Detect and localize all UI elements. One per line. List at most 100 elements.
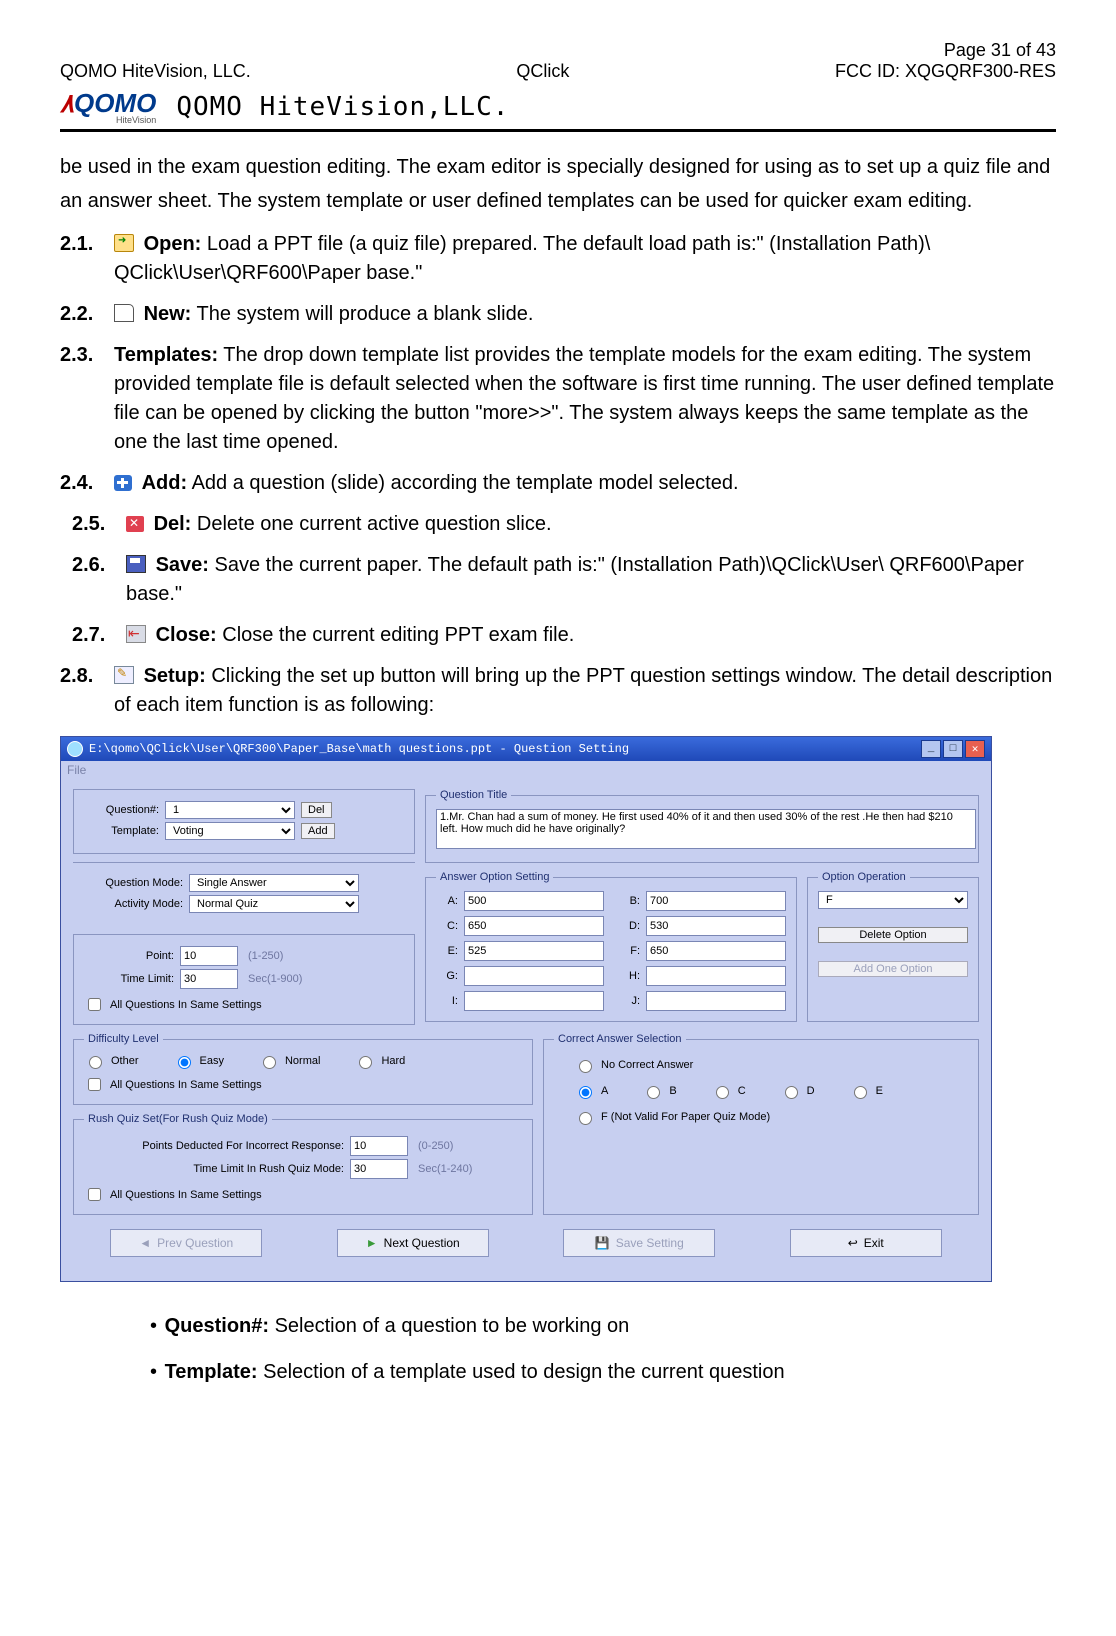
- correct-answer-radio-C[interactable]: [716, 1086, 729, 1099]
- no-correct-answer-radio[interactable]: [579, 1060, 592, 1073]
- exit-button[interactable]: ↩Exit: [790, 1229, 942, 1257]
- template-select[interactable]: Voting: [165, 822, 295, 840]
- ans-input-H[interactable]: [646, 966, 786, 986]
- ans-input-B[interactable]: [646, 891, 786, 911]
- same-settings-checkbox-2[interactable]: [88, 1078, 101, 1091]
- close-icon: [126, 625, 146, 643]
- item-label: Del:: [154, 513, 192, 535]
- correct-answer-option-C[interactable]: C: [711, 1083, 746, 1099]
- item-label: Save:: [156, 554, 209, 576]
- delete-option-button[interactable]: Delete Option: [818, 927, 968, 943]
- same-settings-label-2: All Questions In Same Settings: [110, 1079, 262, 1091]
- difficulty-group: Difficulty Level Other Easy Normal Hard …: [73, 1033, 533, 1105]
- window-minimize-button[interactable]: _: [921, 740, 941, 758]
- difficulty-option-normal[interactable]: Normal: [258, 1053, 320, 1069]
- rush-quiz-group: Rush Quiz Set(For Rush Quiz Mode) Points…: [73, 1113, 533, 1215]
- difficulty-legend: Difficulty Level: [84, 1033, 163, 1045]
- ans-label-J: J:: [610, 995, 640, 1007]
- item-label: Open:: [144, 233, 202, 255]
- timelimit-label: Time Limit:: [84, 973, 174, 985]
- correct-answer-option-E[interactable]: E: [849, 1083, 883, 1099]
- mode-group: Question Mode: Single Answer Activity Mo…: [73, 862, 415, 926]
- hdr-right: FCC ID: XQGQRF300-RES: [835, 61, 1056, 82]
- item-label: Setup:: [144, 665, 206, 687]
- difficulty-option-hard[interactable]: Hard: [354, 1053, 405, 1069]
- ans-input-J[interactable]: [646, 991, 786, 1011]
- correct-answer-radio-B[interactable]: [647, 1086, 660, 1099]
- ans-input-G[interactable]: [464, 966, 604, 986]
- question-title-textarea[interactable]: 1.Mr. Chan had a sum of money. He first …: [436, 809, 976, 849]
- ans-label-A: A:: [436, 895, 458, 907]
- ans-label-B: B:: [610, 895, 640, 907]
- open-icon: [114, 234, 134, 252]
- ans-input-D[interactable]: [646, 916, 786, 936]
- item-number: 2.4.: [60, 469, 114, 498]
- correct-answer-f-radio[interactable]: [579, 1112, 592, 1125]
- next-question-button[interactable]: ►Next Question: [337, 1229, 489, 1257]
- ans-label-G: G:: [436, 970, 458, 982]
- question-setting-window: E:\qomo\QClick\User\QRF300\Paper_Base\ma…: [60, 736, 992, 1282]
- new-icon: [114, 304, 134, 322]
- doc-header: QOMO HiteVision, LLC. QClick FCC ID: XQG…: [60, 61, 1056, 82]
- sub-bullet-list: • Question#: Selection of a question to …: [150, 1310, 1056, 1388]
- del-question-button[interactable]: Del: [301, 802, 332, 818]
- del-icon: [126, 516, 144, 532]
- item-text: Clicking the set up button will bring up…: [114, 665, 1052, 716]
- difficulty-radio-easy[interactable]: [178, 1056, 191, 1069]
- list-item-22: 2.2. New: The system will produce a blan…: [60, 300, 1056, 329]
- ans-input-F[interactable]: [646, 941, 786, 961]
- item-label: Close:: [156, 624, 217, 646]
- rush-points-label: Points Deducted For Incorrect Response:: [84, 1140, 344, 1152]
- question-number-select[interactable]: 1: [165, 801, 295, 819]
- rush-time-label: Time Limit In Rush Quiz Mode:: [84, 1163, 344, 1175]
- difficulty-radio-hard[interactable]: [359, 1056, 372, 1069]
- rush-time-input[interactable]: [350, 1159, 408, 1179]
- list-item-27: 2.7. Close: Close the current editing PP…: [72, 621, 1056, 650]
- activity-mode-select[interactable]: Normal Quiz: [189, 895, 359, 913]
- correct-answer-legend: Correct Answer Selection: [554, 1033, 686, 1045]
- item-number: 2.7.: [72, 621, 126, 650]
- rush-points-hint: (0-250): [414, 1140, 453, 1152]
- correct-answer-option-D[interactable]: D: [780, 1083, 815, 1099]
- no-correct-answer-label: No Correct Answer: [601, 1059, 693, 1071]
- ans-input-C[interactable]: [464, 916, 604, 936]
- correct-answer-radio-E[interactable]: [854, 1086, 867, 1099]
- same-settings-checkbox-1[interactable]: [88, 998, 101, 1011]
- hdr-left: QOMO HiteVision, LLC.: [60, 61, 251, 82]
- menu-file[interactable]: File: [61, 761, 991, 779]
- window-close-button[interactable]: ✕: [965, 740, 985, 758]
- list-item-21: 2.1. Open: Load a PPT file (a quiz file)…: [60, 230, 1056, 288]
- correct-answer-radio-A[interactable]: [579, 1086, 592, 1099]
- timelimit-input[interactable]: [180, 969, 238, 989]
- item-text: Close the current editing PPT exam file.: [217, 624, 575, 646]
- difficulty-option-other[interactable]: Other: [84, 1053, 139, 1069]
- correct-answer-radio-D[interactable]: [785, 1086, 798, 1099]
- ans-label-C: C:: [436, 920, 458, 932]
- same-settings-label-3: All Questions In Same Settings: [110, 1189, 262, 1201]
- ans-input-E[interactable]: [464, 941, 604, 961]
- difficulty-radio-other[interactable]: [89, 1056, 102, 1069]
- point-input[interactable]: [180, 946, 238, 966]
- question-title-group: Question Title 1.Mr. Chan had a sum of m…: [425, 789, 979, 863]
- question-mode-select[interactable]: Single Answer: [189, 874, 359, 892]
- ans-input-I[interactable]: [464, 991, 604, 1011]
- difficulty-option-easy[interactable]: Easy: [173, 1053, 224, 1069]
- list-item-24: 2.4. Add: Add a question (slide) accordi…: [60, 469, 1056, 498]
- correct-answer-option-A[interactable]: A: [574, 1083, 608, 1099]
- exit-icon: ↩: [848, 1236, 858, 1250]
- item-label: Add:: [142, 472, 188, 494]
- point-label: Point:: [84, 950, 174, 962]
- difficulty-radio-normal[interactable]: [263, 1056, 276, 1069]
- window-maximize-button[interactable]: □: [943, 740, 963, 758]
- item-text: The drop down template list provides the…: [114, 344, 1054, 453]
- arrow-right-icon: ►: [366, 1236, 378, 1250]
- ans-input-A[interactable]: [464, 891, 604, 911]
- option-operation-select[interactable]: F: [818, 891, 968, 909]
- activity-mode-label: Activity Mode:: [83, 898, 183, 910]
- rush-points-input[interactable]: [350, 1136, 408, 1156]
- correct-answer-option-B[interactable]: B: [642, 1083, 676, 1099]
- item-text: The system will produce a blank slide.: [191, 303, 533, 325]
- add-question-button[interactable]: Add: [301, 823, 335, 839]
- intro-paragraph: be used in the exam question editing. Th…: [60, 150, 1056, 218]
- same-settings-checkbox-3[interactable]: [88, 1188, 101, 1201]
